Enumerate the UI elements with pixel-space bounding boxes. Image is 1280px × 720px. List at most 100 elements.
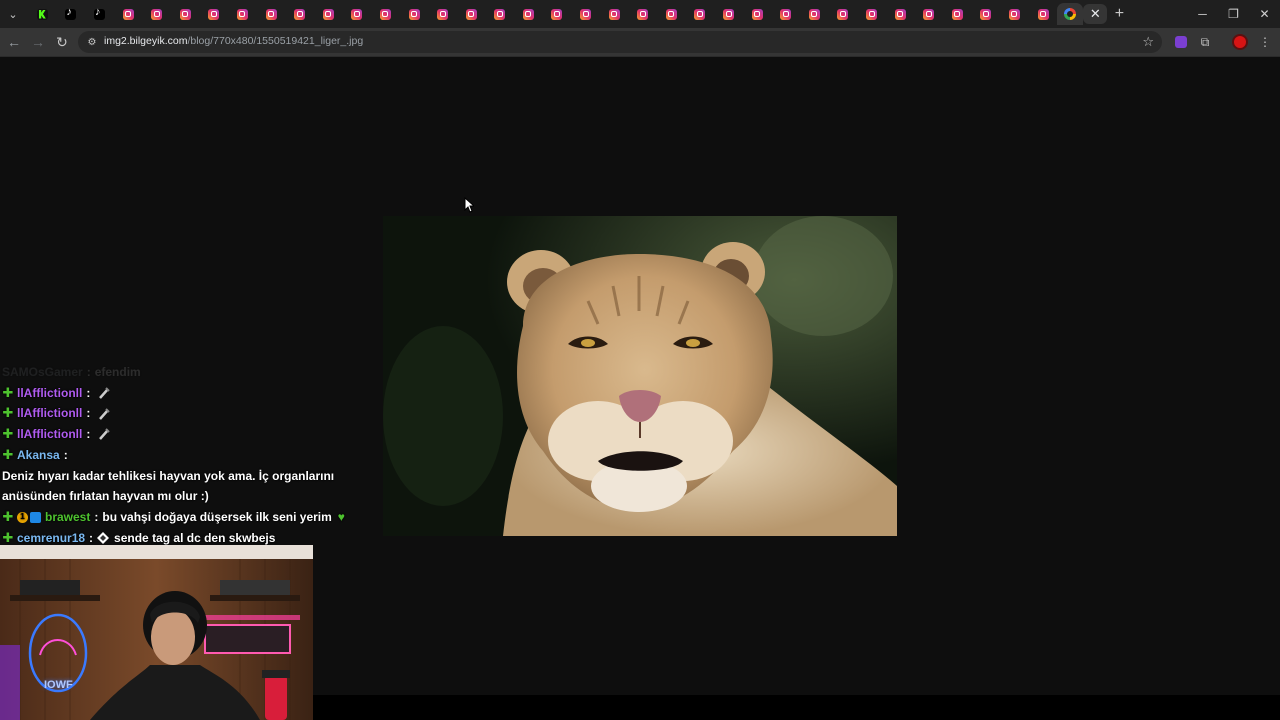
instagram-icon	[608, 8, 620, 20]
browser-tab[interactable]	[914, 4, 943, 24]
tab-search-chevron-icon[interactable]: ⌄	[4, 5, 22, 23]
browser-tab[interactable]	[400, 4, 429, 24]
chat-username[interactable]: Akansa	[17, 445, 60, 466]
browser-tab[interactable]	[800, 4, 829, 24]
tab-strip: ⌄ ✕+ ─ ❐ ✕	[0, 0, 1280, 28]
url-host: img2.bilgeyik.com	[104, 35, 188, 47]
instagram-icon	[894, 8, 906, 20]
subscriber-badge-icon: ✚	[2, 508, 14, 524]
chat-message: ✚ 1 brawest: bu vahşi doğaya düşersek ilk s…	[2, 507, 382, 528]
browser-tab[interactable]	[343, 4, 372, 24]
minimize-button[interactable]: ─	[1187, 0, 1218, 28]
browser-tab[interactable]	[714, 4, 743, 24]
browser-tab[interactable]	[943, 4, 972, 24]
profile-avatar-icon[interactable]	[1232, 34, 1248, 50]
extensions-puzzle-icon[interactable]: ⧉	[1197, 34, 1213, 50]
browser-tab[interactable]	[428, 4, 457, 24]
url-path: /blog/770x480/1550519421_liger_.jpg	[187, 35, 364, 47]
browser-tab[interactable]	[829, 4, 858, 24]
subscriber-badge-icon: ✚	[2, 446, 14, 462]
browser-tab[interactable]	[657, 4, 686, 24]
instagram-icon	[494, 8, 506, 20]
chat-username[interactable]: SAMOsGamer	[2, 362, 83, 383]
browser-tab[interactable]	[57, 4, 86, 24]
address-bar[interactable]: ⚙ img2.bilgeyik.com/blog/770x480/1550519…	[78, 31, 1162, 53]
instagram-icon	[179, 8, 191, 20]
liger-image[interactable]	[383, 216, 897, 536]
chat-separator: :	[86, 406, 91, 421]
chat-username[interactable]: brawest	[45, 507, 90, 528]
subscriber-badge-icon: ✚	[2, 426, 14, 442]
browser-tab[interactable]	[743, 4, 772, 24]
restore-button[interactable]: ❐	[1218, 0, 1249, 28]
bookmark-star-icon[interactable]: ☆	[1142, 34, 1154, 50]
new-tab-button[interactable]: +	[1107, 4, 1131, 24]
browser-tab[interactable]	[257, 4, 286, 24]
chat-separator: :	[94, 509, 99, 524]
browser-tab[interactable]	[686, 4, 715, 24]
browser-tab[interactable]	[285, 4, 314, 24]
instagram-icon	[980, 8, 992, 20]
subscriber-badge-icon: ✚	[2, 529, 14, 545]
browser-tab[interactable]	[457, 4, 486, 24]
browser-menu-icon[interactable]: ⋮	[1257, 34, 1273, 50]
instagram-icon	[866, 8, 878, 20]
browser-tab[interactable]	[886, 4, 915, 24]
pen-emote	[97, 386, 111, 400]
close-tab-icon[interactable]: ✕	[1083, 4, 1108, 24]
browser-tab[interactable]	[314, 4, 343, 24]
chat-username[interactable]: llAfflictionll	[17, 403, 82, 424]
chat-message: ✚ llAfflictionll:	[2, 383, 382, 404]
chat-message-text: Deniz hıyarı kadar tehlikesi hayvan yok …	[2, 468, 335, 504]
instagram-icon	[1008, 8, 1020, 20]
chat-message-text: efendim	[94, 365, 141, 379]
forward-arrow-icon[interactable]: →	[28, 32, 48, 52]
instagram-icon	[465, 8, 477, 20]
browser-tab[interactable]	[857, 4, 886, 24]
instagram-icon	[322, 8, 334, 20]
browser-tab[interactable]	[171, 4, 200, 24]
browser-tab[interactable]	[1029, 4, 1058, 24]
browser-tab[interactable]	[543, 4, 572, 24]
browser-tab[interactable]	[200, 4, 229, 24]
site-info-icon[interactable]: ⚙	[86, 36, 98, 48]
instagram-icon	[294, 8, 306, 20]
browser-tab[interactable]	[228, 4, 257, 24]
browser-tab[interactable]	[628, 4, 657, 24]
browser-tab[interactable]	[972, 4, 1001, 24]
instagram-icon	[1037, 8, 1049, 20]
back-arrow-icon[interactable]: ←	[4, 32, 24, 52]
chat-message-text: bu vahşi doğaya düşersek ilk seni yerim	[102, 509, 332, 524]
kick-icon	[36, 8, 48, 20]
neon-sign-text: IOWF	[44, 679, 73, 691]
active-browser-tab[interactable]	[1057, 3, 1084, 25]
browser-tab[interactable]	[771, 4, 800, 24]
subscriber-badge-icon: ✚	[2, 405, 14, 421]
instagram-icon	[580, 8, 592, 20]
browser-tab[interactable]	[514, 4, 543, 24]
liger-photo	[383, 216, 897, 536]
instagram-icon	[236, 8, 248, 20]
extension-purple-icon[interactable]	[1173, 34, 1189, 50]
browser-tab[interactable]	[600, 4, 629, 24]
close-window-button[interactable]: ✕	[1249, 0, 1280, 28]
reload-icon[interactable]: ↻	[52, 32, 72, 52]
tiktok-icon	[93, 6, 105, 20]
browser-tab[interactable]	[114, 4, 143, 24]
pen-emote	[97, 407, 111, 421]
browser-tab[interactable]	[85, 4, 114, 24]
browser-tab[interactable]	[371, 4, 400, 24]
instagram-icon	[379, 8, 391, 20]
browser-tab[interactable]	[571, 4, 600, 24]
browser-tab[interactable]	[28, 4, 57, 24]
browser-tab[interactable]	[486, 4, 515, 24]
chat-username[interactable]: llAfflictionll	[17, 424, 82, 445]
browser-tab[interactable]	[142, 4, 171, 24]
instagram-icon	[351, 8, 363, 20]
instagram-icon	[437, 8, 449, 20]
instagram-icon	[665, 8, 677, 20]
url-text[interactable]: img2.bilgeyik.com/blog/770x480/155051942…	[104, 35, 363, 47]
chat-username[interactable]: llAfflictionll	[17, 383, 82, 404]
pen-emote	[97, 427, 111, 441]
browser-tab[interactable]	[1000, 4, 1029, 24]
